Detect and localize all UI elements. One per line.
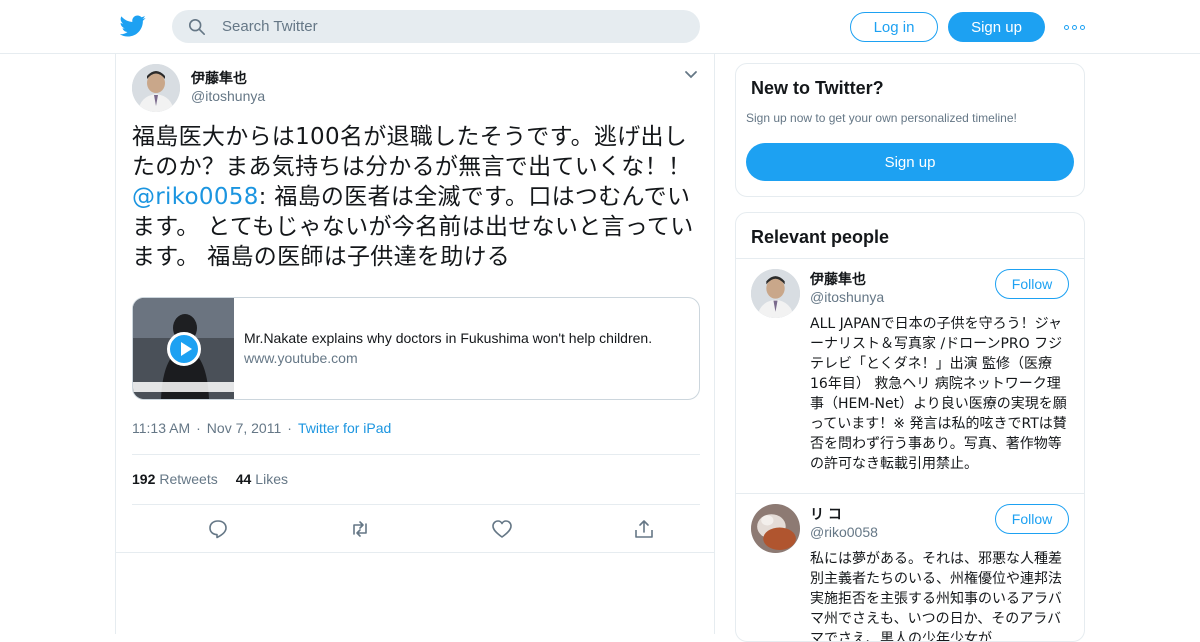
likes-label: Likes bbox=[255, 471, 288, 487]
person-avatar[interactable] bbox=[751, 269, 800, 318]
search-bar[interactable] bbox=[172, 10, 700, 43]
tweet-source[interactable]: Twitter for iPad bbox=[298, 420, 391, 436]
video-thumbnail[interactable] bbox=[133, 298, 234, 399]
sidebar-signup-button[interactable]: Sign up bbox=[746, 143, 1074, 181]
person-avatar[interactable] bbox=[751, 504, 800, 553]
divider bbox=[132, 504, 700, 505]
person-handle[interactable]: @riko0058 bbox=[810, 524, 878, 540]
share-icon[interactable] bbox=[633, 518, 655, 540]
relevant-people-module: Relevant people 伊藤隼也 @itoshunya Follow A… bbox=[735, 212, 1085, 642]
top-navigation-bar: Log in Sign up bbox=[0, 0, 1200, 54]
person-name[interactable]: 伊藤隼也 bbox=[810, 269, 866, 289]
follow-button[interactable]: Follow bbox=[995, 504, 1069, 534]
separator-dot: · bbox=[287, 420, 292, 436]
reply-icon[interactable] bbox=[207, 518, 229, 540]
retweet-icon[interactable] bbox=[349, 518, 371, 540]
person-card: 伊藤隼也 @itoshunya Follow ALL JAPANで日本の子供を守… bbox=[736, 259, 1084, 493]
search-input[interactable] bbox=[222, 18, 662, 35]
mention-link[interactable]: @riko0058 bbox=[132, 184, 259, 210]
tweet-stats: 192 Retweets 44 Likes bbox=[132, 471, 288, 487]
person-name[interactable]: リ コ bbox=[810, 504, 842, 524]
person-avatar-image bbox=[751, 504, 800, 553]
author-avatar[interactable] bbox=[132, 64, 180, 112]
person-handle[interactable]: @itoshunya bbox=[810, 289, 884, 305]
person-bio: ALL JAPANで日本の子供を守ろう！ジャーナリスト＆写真家 /ドローンPRO… bbox=[810, 316, 1067, 472]
person-card: リ コ @riko0058 Follow 私には夢がある。それは、邪悪な人種差別… bbox=[736, 494, 1084, 642]
twitter-bird-icon[interactable] bbox=[120, 13, 146, 39]
person-avatar-image bbox=[751, 269, 800, 318]
person-bio: 私には夢がある。それは、邪悪な人種差別主義者たちのいる、州権優位や連邦法実施拒否… bbox=[810, 551, 1062, 642]
retweets-label: Retweets bbox=[159, 471, 218, 487]
divider bbox=[116, 552, 714, 553]
module-title: Relevant people bbox=[751, 227, 890, 247]
new-to-twitter-module: New to Twitter? Sign up now to get your … bbox=[735, 63, 1085, 197]
more-options-icon[interactable] bbox=[1064, 21, 1086, 33]
separator-dot: · bbox=[196, 420, 201, 436]
search-icon bbox=[188, 18, 206, 35]
tweet-text: 福島医大からは100名が退職したそうです。逃げ出したのか？まあ気持ちは分かるが無… bbox=[132, 122, 702, 272]
module-title: New to Twitter? bbox=[751, 78, 884, 98]
author-handle[interactable]: @itoshunya bbox=[191, 88, 265, 104]
tweet-date[interactable]: Nov 7, 2011 bbox=[207, 420, 281, 436]
signup-button[interactable]: Sign up bbox=[948, 12, 1045, 42]
tweet-actions bbox=[132, 516, 700, 542]
author-avatar-image bbox=[132, 64, 180, 112]
tweet-metadata: 11:13 AM · Nov 7, 2011 · Twitter for iPa… bbox=[132, 420, 391, 436]
login-button[interactable]: Log in bbox=[850, 12, 938, 42]
divider bbox=[132, 454, 700, 455]
follow-button[interactable]: Follow bbox=[995, 269, 1069, 299]
likes-count: 44 bbox=[235, 471, 252, 487]
tweet-time[interactable]: 11:13 AM bbox=[132, 420, 190, 436]
chevron-down-icon[interactable] bbox=[684, 70, 698, 80]
retweets-stat[interactable]: 192 Retweets bbox=[132, 471, 218, 487]
like-heart-icon[interactable] bbox=[491, 518, 513, 540]
tweet-text-part: 福島医大からは100名が退職したそうです。逃げ出したのか？まあ気持ちは分かるが無… bbox=[132, 124, 692, 180]
link-preview-card[interactable]: Mr.Nakate explains why doctors in Fukush… bbox=[132, 297, 700, 400]
card-title[interactable]: Mr.Nakate explains why doctors in Fukush… bbox=[244, 330, 652, 346]
retweets-count: 192 bbox=[132, 471, 156, 487]
module-description: Sign up now to get your own personalized… bbox=[746, 111, 1017, 125]
author-name[interactable]: 伊藤隼也 bbox=[191, 68, 247, 88]
play-icon[interactable] bbox=[167, 332, 201, 366]
tweet-detail: 伊藤隼也 @itoshunya 福島医大からは100名が退職したそうです。逃げ出… bbox=[115, 54, 715, 634]
card-domain: www.youtube.com bbox=[244, 350, 358, 366]
likes-stat[interactable]: 44 Likes bbox=[236, 471, 288, 487]
